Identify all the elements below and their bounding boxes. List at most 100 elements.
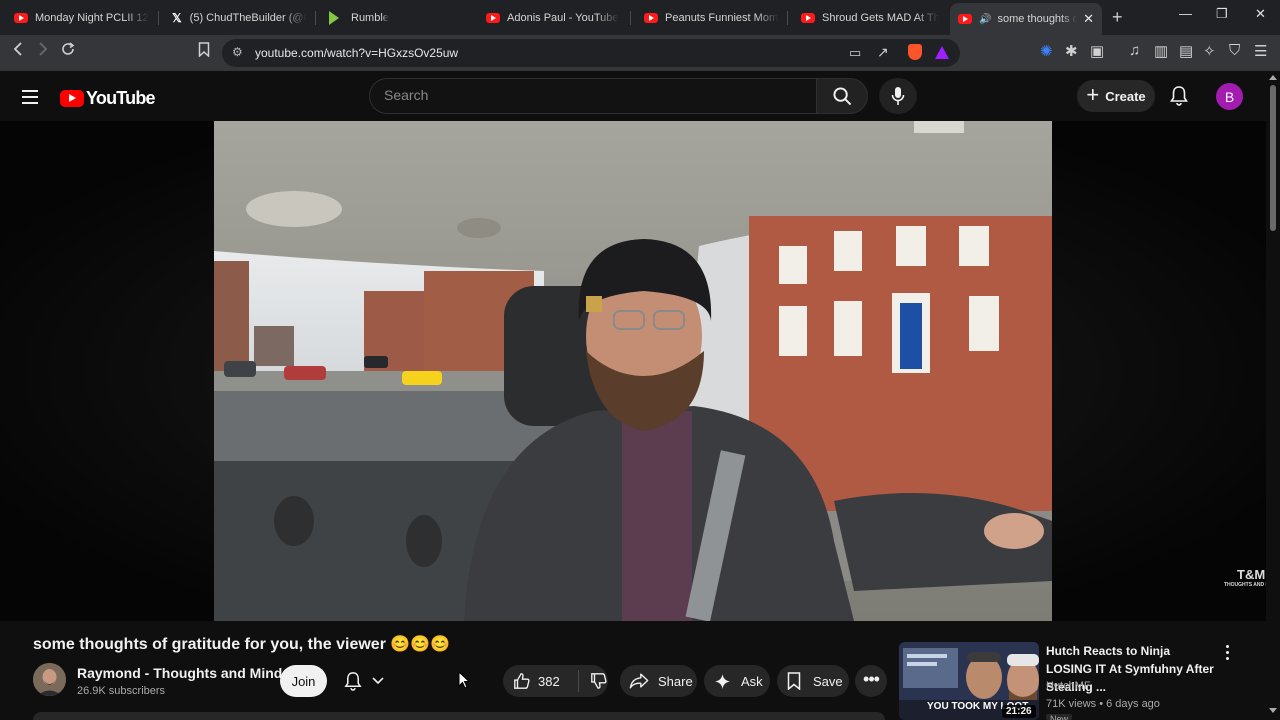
browser-tab[interactable]: Monday Night PCLII 12.29: [14, 5, 149, 30]
scrollbar-thumb[interactable]: [1270, 85, 1276, 231]
vpn-icon[interactable]: ✺: [1040, 42, 1053, 60]
like-count: 382: [538, 673, 560, 689]
create-label: Create: [1105, 88, 1146, 104]
brave-rewards-icon[interactable]: [935, 46, 949, 59]
video-title: some thoughts of gratitude for you, the …: [33, 636, 451, 653]
channel-avatar[interactable]: [33, 663, 66, 696]
tab-title: some thoughts of: [997, 13, 1078, 25]
share-button[interactable]: Share: [620, 665, 697, 697]
vpn-shield-icon[interactable]: ⛉: [1229, 42, 1240, 59]
site-info-icon[interactable]: ⚙: [232, 45, 243, 59]
restore-icon[interactable]: ❐: [1216, 6, 1228, 22]
tab-title: Monday Night PCLII 12.29: [35, 11, 149, 24]
search-icon: [833, 87, 852, 106]
rumble-icon: [329, 10, 339, 25]
extension-icon[interactable]: ▣: [1090, 42, 1104, 60]
scroll-down-icon[interactable]: [1269, 708, 1277, 713]
like-button[interactable]: 382: [503, 672, 572, 690]
voice-search-button[interactable]: [879, 78, 917, 114]
youtube-icon: [486, 12, 500, 23]
cast-icon[interactable]: ▭: [849, 45, 861, 61]
share-page-icon[interactable]: ↗: [877, 44, 889, 61]
share-label: Share: [658, 673, 693, 689]
minimize-icon[interactable]: —: [1179, 6, 1192, 21]
youtube-icon: [801, 12, 815, 23]
chevron-down-icon: [372, 677, 384, 685]
search-button[interactable]: [816, 78, 868, 114]
youtube-logo[interactable]: YouTube: [60, 88, 156, 109]
description-box[interactable]: [33, 712, 885, 720]
tab-title: Adonis Paul - YouTube: [507, 11, 619, 24]
thumbs-up-icon: [514, 673, 530, 689]
bookmark-icon[interactable]: [198, 42, 210, 61]
save-bookmark-icon: [787, 672, 801, 690]
address-bar[interactable]: ⚙ youtube.com/watch?v=HGxzsOv25uw ▭ ↗: [222, 39, 960, 67]
audio-playing-icon[interactable]: 🔊: [979, 14, 991, 25]
dislike-button[interactable]: [579, 672, 608, 690]
channel-name[interactable]: Raymond - Thoughts and Mind: [77, 665, 282, 681]
window-close-icon[interactable]: ✕: [1255, 6, 1266, 22]
save-button[interactable]: Save: [777, 665, 849, 697]
wallet-icon[interactable]: ▤: [1179, 42, 1193, 60]
sparkle-icon: [715, 673, 730, 689]
bell-icon: [344, 672, 362, 691]
browser-tab[interactable]: 𝕏 (5) ChudTheBuilder (@Chu: [172, 5, 307, 30]
browser-tab[interactable]: Rumble: [329, 5, 464, 30]
youtube-play-icon: [60, 90, 84, 107]
browser-tab-active[interactable]: 🔊 some thoughts of ✕: [950, 3, 1102, 35]
menu-icon[interactable]: ☰: [1254, 42, 1267, 60]
sidebar-icon[interactable]: ▥: [1154, 42, 1168, 60]
page-scrollbar[interactable]: [1266, 71, 1280, 720]
search-input[interactable]: [382, 86, 806, 104]
youtube-icon: [644, 12, 658, 23]
ask-label: Ask: [741, 673, 763, 689]
plus-icon: +: [1086, 82, 1100, 107]
join-button[interactable]: Join: [280, 665, 327, 697]
video-player[interactable]: [214, 121, 1052, 621]
thumbs-down-icon: [591, 673, 607, 689]
recommendation-channel[interactable]: HutchMF: [1046, 680, 1091, 692]
brave-shields-icon[interactable]: [908, 44, 922, 60]
tab-separator: [315, 11, 316, 25]
subscription-notifications-button[interactable]: [334, 665, 396, 697]
x-icon: 𝕏: [172, 10, 182, 25]
tab-title: (5) ChudTheBuilder (@Chu: [189, 11, 307, 24]
more-vertical-icon[interactable]: [1222, 645, 1232, 663]
new-tab-icon[interactable]: +: [1112, 7, 1123, 28]
media-icon[interactable]: ♫: [1129, 42, 1140, 59]
ask-button[interactable]: Ask: [704, 665, 770, 697]
microphone-icon: [891, 87, 905, 105]
search-box: [369, 78, 816, 114]
video-duration: 21:26: [1002, 705, 1036, 718]
close-tab-icon[interactable]: ✕: [1083, 11, 1094, 27]
youtube-icon: [958, 14, 972, 24]
mouse-cursor-icon: [458, 671, 470, 689]
new-badge: New: [1046, 714, 1073, 720]
browser-tab[interactable]: Adonis Paul - YouTube: [486, 5, 621, 30]
tab-title: Rumble: [351, 11, 389, 24]
browser-tab[interactable]: Peanuts Funniest Moment: [644, 5, 779, 30]
tab-separator: [158, 11, 159, 25]
create-button[interactable]: + Create: [1077, 80, 1155, 112]
video-frame: [214, 121, 1052, 621]
save-label: Save: [813, 673, 843, 689]
youtube-masthead: YouTube + Create B: [0, 71, 1266, 121]
back-icon[interactable]: [12, 42, 24, 60]
reload-icon[interactable]: [61, 42, 75, 60]
like-dislike-group: 382: [503, 665, 608, 697]
more-actions-button[interactable]: •••: [855, 665, 887, 697]
forward-icon[interactable]: [37, 42, 49, 60]
subscriber-count: 26.9K subscribers: [77, 685, 166, 697]
browser-toolbar: ⚙ youtube.com/watch?v=HGxzsOv25uw ▭ ↗ ✺ …: [0, 35, 1280, 71]
notifications-button[interactable]: [1170, 85, 1188, 111]
tab-title: Peanuts Funniest Moment: [665, 11, 779, 24]
share-icon: [629, 673, 649, 689]
channel-avatar-image: [33, 663, 66, 696]
browser-tab[interactable]: Shroud Gets MAD At The B: [801, 5, 939, 30]
guide-menu-icon[interactable]: [22, 90, 38, 108]
leo-ai-icon[interactable]: ✧: [1203, 42, 1216, 60]
more-horizontal-icon: •••: [863, 668, 880, 689]
scroll-up-icon[interactable]: [1269, 75, 1277, 80]
extensions-icon[interactable]: ✱: [1065, 42, 1078, 60]
account-avatar[interactable]: B: [1216, 83, 1243, 110]
